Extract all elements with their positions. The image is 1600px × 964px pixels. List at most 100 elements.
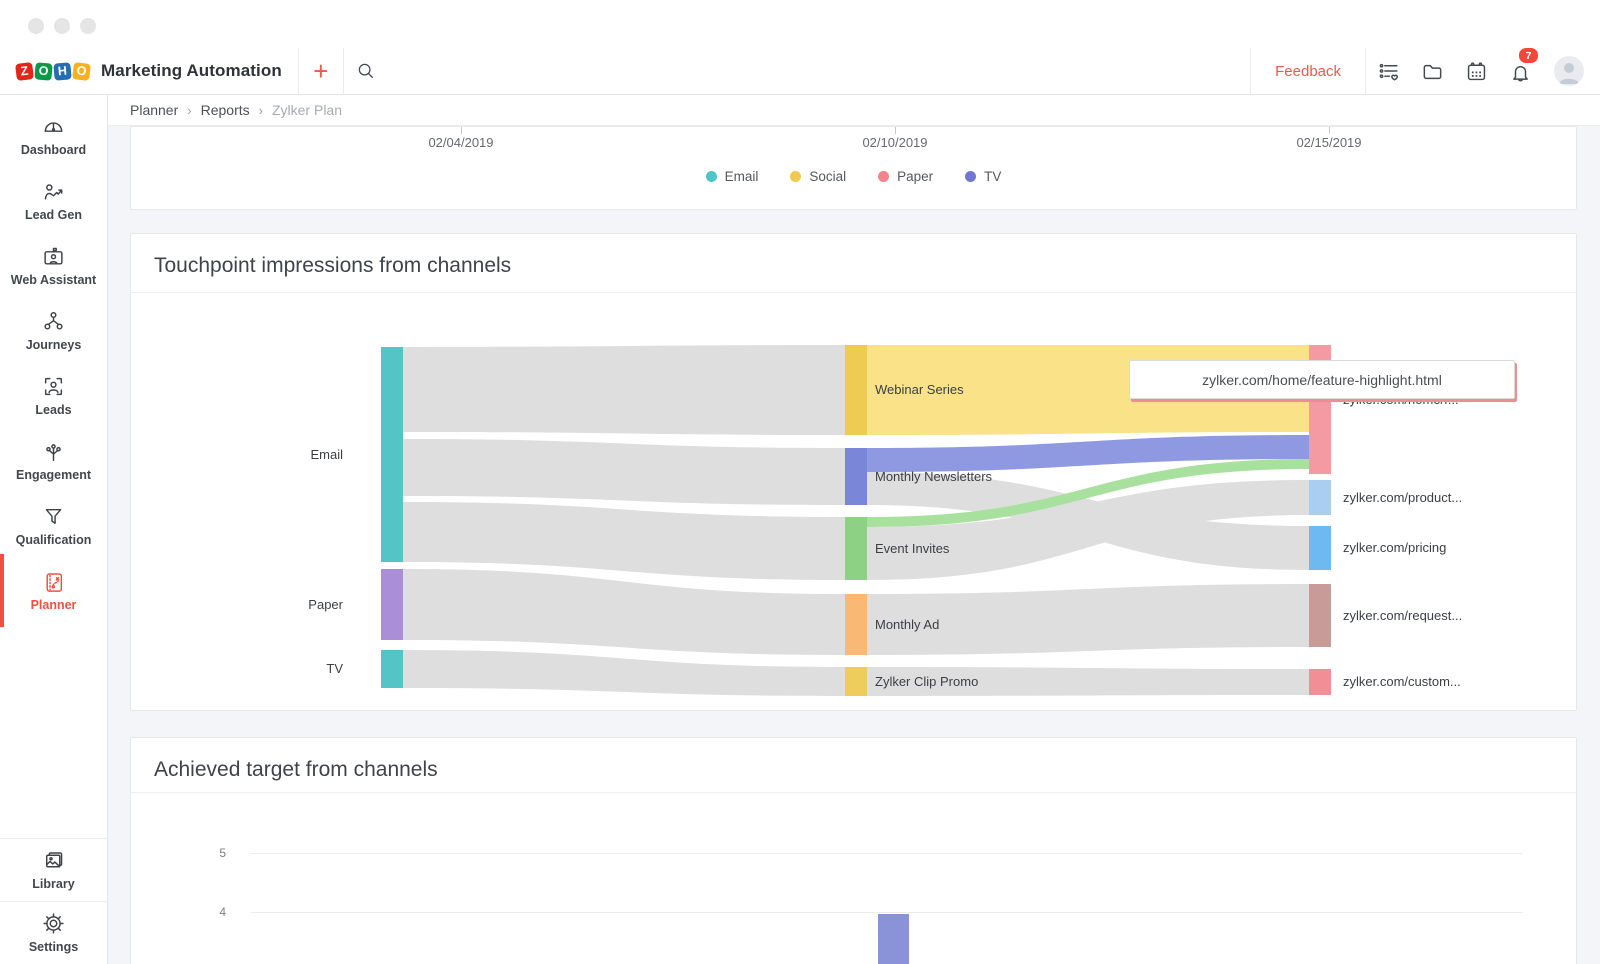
sankey-label-clippromo: Zylker Clip Promo xyxy=(875,673,1135,691)
settings-gear-icon xyxy=(42,912,65,935)
sankey-node-newsletters[interactable] xyxy=(845,448,867,505)
breadcrumb-reports[interactable]: Reports xyxy=(201,102,250,118)
sankey-label-pricing: zylker.com/pricing xyxy=(1343,539,1573,557)
window-control-dot xyxy=(54,18,70,34)
sankey-flow-email-newsletters[interactable] xyxy=(403,439,845,505)
sidebar-item-label: Leads xyxy=(35,403,71,417)
sankey-label-custom: zylker.com/custom... xyxy=(1343,673,1573,691)
legend-label: Paper xyxy=(897,169,933,184)
sankey-label-paper: Paper xyxy=(143,596,343,614)
axis-tick xyxy=(895,127,896,134)
bar[interactable] xyxy=(878,914,909,964)
sankey-node-product[interactable] xyxy=(1309,480,1331,515)
sankey-label-monthlyad: Monthly Ad xyxy=(875,616,1135,634)
sankey-flow-tv-clippromo[interactable] xyxy=(403,650,845,696)
axis-tick xyxy=(461,127,462,134)
sankey-node-custom[interactable] xyxy=(1309,669,1331,695)
search-button[interactable] xyxy=(344,49,388,93)
sankey-chart-card: Touchpoint impressions from channels zyl… xyxy=(130,233,1577,711)
sidebar-item-label: Dashboard xyxy=(21,143,86,157)
sidebar-item-journeys[interactable]: Journeys xyxy=(0,298,107,363)
sankey-flow-paper-monthlyad[interactable] xyxy=(403,569,845,655)
sankey-node-webinar[interactable] xyxy=(845,345,867,435)
breadcrumb-planner[interactable]: Planner xyxy=(130,102,178,118)
sankey-node-invites[interactable] xyxy=(845,517,867,580)
sankey-node-clippromo[interactable] xyxy=(845,667,867,696)
sankey-label-email: Email xyxy=(143,446,343,464)
sankey-node-paper[interactable] xyxy=(381,569,403,640)
sidebar-item-library[interactable]: Library xyxy=(0,838,107,901)
sankey-node-pricing[interactable] xyxy=(1309,526,1331,570)
legend-item-social[interactable]: Social xyxy=(790,169,846,184)
y-tick-4: 4 xyxy=(166,905,226,919)
sidebar-item-settings[interactable]: Settings xyxy=(0,901,107,964)
sankey-node-email[interactable] xyxy=(381,347,403,562)
dashboard-gauge-icon xyxy=(42,115,65,138)
divider xyxy=(1250,48,1251,94)
divider xyxy=(131,792,1576,793)
files-button[interactable] xyxy=(1410,49,1454,93)
sankey-flow-email-invites[interactable] xyxy=(403,502,845,580)
legend-item-email[interactable]: Email xyxy=(706,169,759,184)
calendar-icon xyxy=(1465,60,1488,83)
active-indicator xyxy=(0,554,4,627)
list-heart-icon xyxy=(1377,60,1400,83)
window-titlebar xyxy=(0,0,1600,48)
sidebar-item-label: Qualification xyxy=(16,533,92,547)
sidebar-item-leads[interactable]: Leads xyxy=(0,363,107,428)
y-tick-5: 5 xyxy=(166,846,226,860)
sidebar-item-dashboard[interactable]: Dashboard xyxy=(0,103,107,168)
sankey-node-request[interactable] xyxy=(1309,584,1331,647)
sidebar-item-label: Settings xyxy=(29,940,78,954)
list-view-button[interactable] xyxy=(1366,49,1410,93)
main-content: Planner › Reports › Zylker Plan 02/04/20… xyxy=(108,95,1600,964)
sidebar-item-label: Planner xyxy=(31,598,77,612)
breadcrumb-separator: › xyxy=(259,103,263,118)
sidebar-spacer xyxy=(0,623,107,838)
axis-date-label: 02/04/2019 xyxy=(401,135,521,150)
bar-card-title: Achieved target from channels xyxy=(131,738,1576,782)
legend-dot xyxy=(878,171,889,182)
sankey-node-tv[interactable] xyxy=(381,650,403,688)
legend-item-paper[interactable]: Paper xyxy=(878,169,933,184)
sankey-label-product: zylker.com/product... xyxy=(1343,489,1573,507)
user-avatar[interactable] xyxy=(1554,56,1584,86)
sankey-label-webinar: Webinar Series xyxy=(875,381,1135,399)
folder-icon xyxy=(1421,60,1444,83)
sankey-flow-email-webinar[interactable] xyxy=(403,345,845,435)
sidebar-item-qualification[interactable]: Qualification xyxy=(0,493,107,558)
app-header: Z O H O Marketing Automation + Feedback xyxy=(0,48,1600,95)
legend-label: TV xyxy=(984,169,1001,184)
zoho-logo-letter: O xyxy=(34,62,52,80)
sidebar-item-lead-gen[interactable]: Lead Gen xyxy=(0,168,107,233)
sidebar-item-label: Library xyxy=(32,877,74,891)
zoho-logo[interactable]: Z O H O xyxy=(16,63,90,80)
create-new-button[interactable]: + xyxy=(299,49,343,93)
legend-dot xyxy=(790,171,801,182)
sankey-label-invites: Event Invites xyxy=(875,540,1135,558)
bar-chart-card: Achieved target from channels 5 4 xyxy=(130,737,1577,964)
chart-legend: Email Social Paper TV xyxy=(131,169,1576,184)
timeline-chart-card: 02/04/2019 02/10/2019 02/15/2019 Email S… xyxy=(130,126,1577,210)
legend-item-tv[interactable]: TV xyxy=(965,169,1001,184)
sidebar-item-engagement[interactable]: Engagement xyxy=(0,428,107,493)
window-control-dot xyxy=(80,18,96,34)
legend-label: Email xyxy=(725,169,759,184)
axis-date-label: 02/10/2019 xyxy=(835,135,955,150)
zoho-logo-letter: Z xyxy=(15,62,34,81)
sidebar-item-label: Web Assistant xyxy=(11,273,96,287)
journeys-icon xyxy=(42,310,65,333)
notification-badge: 7 xyxy=(1517,46,1540,65)
search-icon xyxy=(356,61,376,81)
library-icon xyxy=(42,849,65,872)
sidebar-item-planner[interactable]: Planner xyxy=(0,558,107,623)
avatar-person-icon xyxy=(1554,56,1584,86)
sidebar-item-label: Lead Gen xyxy=(25,208,82,222)
sankey-node-monthlyad[interactable] xyxy=(845,594,867,655)
calendar-button[interactable] xyxy=(1454,49,1498,93)
feedback-link[interactable]: Feedback xyxy=(1275,63,1341,80)
legend-label: Social xyxy=(809,169,846,184)
sidebar-item-web-assistant[interactable]: Web Assistant xyxy=(0,233,107,298)
window-control-dot xyxy=(28,18,44,34)
notifications-button[interactable]: 7 xyxy=(1498,49,1542,93)
